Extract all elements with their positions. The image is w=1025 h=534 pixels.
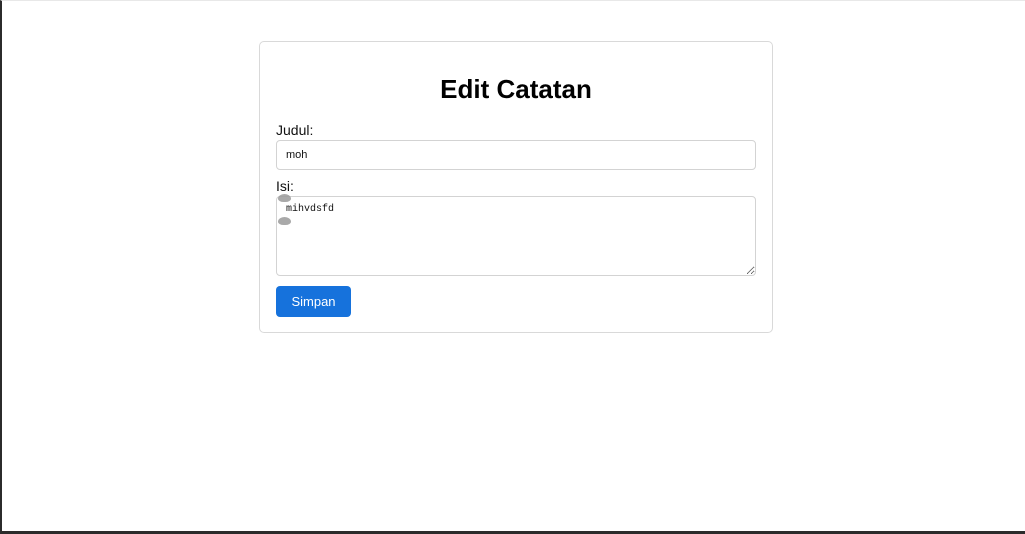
judul-input[interactable] [276,140,756,170]
save-button[interactable]: Simpan [276,286,351,317]
text-cursor-bottom-icon [278,217,291,225]
browser-window: Edit Catatan Judul: Isi: mihvdsfd Simpan [0,0,1025,534]
isi-field: mihvdsfd [276,194,756,276]
edit-note-card: Edit Catatan Judul: Isi: mihvdsfd Simpan [259,41,773,333]
isi-label: Isi: [276,178,294,194]
isi-textarea[interactable]: mihvdsfd [276,196,756,276]
page-title: Edit Catatan [440,74,592,104]
judul-label: Judul: [276,122,314,138]
text-cursor-top-icon [278,194,291,202]
